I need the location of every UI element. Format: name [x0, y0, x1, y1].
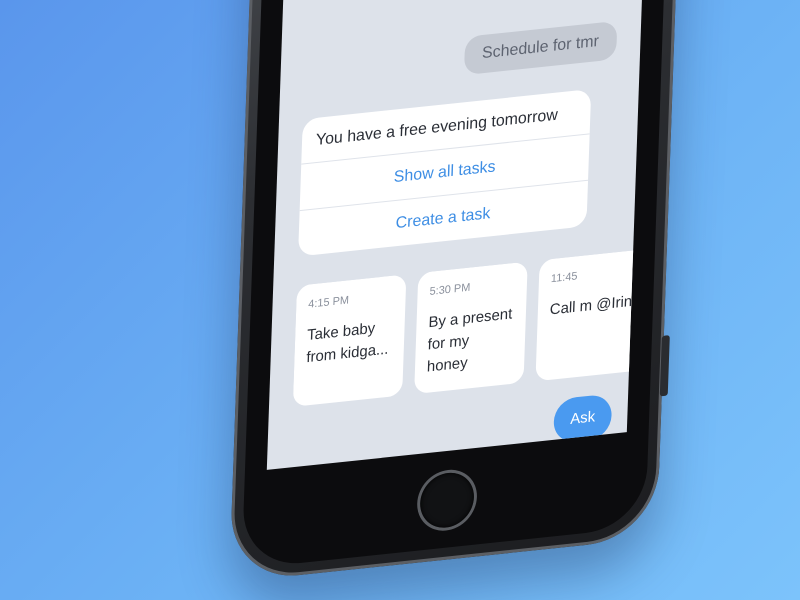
task-time: 4:15 PM	[308, 294, 350, 311]
phone-device: Schedule for tmr You have a free evening…	[229, 0, 683, 583]
ask-button[interactable]: Ask	[553, 393, 613, 444]
phone-bezel: Schedule for tmr You have a free evening…	[241, 0, 670, 570]
home-button-icon[interactable]	[419, 470, 475, 531]
assistant-reply-card: You have a free evening tomorrow Show al…	[298, 88, 592, 257]
task-carousel[interactable]: 4:15 PM Take baby from kidga... 5:30 PM …	[292, 250, 636, 417]
task-card[interactable]: 4:15 PM Take baby from kidga...	[292, 274, 407, 407]
task-card[interactable]: 5:30 PM By a present for my honey	[414, 261, 528, 395]
task-time: 11:45	[550, 270, 578, 286]
sent-message-bubble: Schedule for tmr	[463, 20, 618, 76]
side-button	[659, 335, 670, 397]
task-title: By a present for my honey	[426, 305, 513, 376]
task-time: 5:30 PM	[429, 281, 471, 298]
task-title: Take baby from kidga...	[306, 319, 389, 367]
task-title: Call m @Irin	[549, 292, 633, 319]
phone-screen: Schedule for tmr You have a free evening…	[266, 0, 647, 470]
scene: Schedule for tmr You have a free evening…	[0, 0, 800, 600]
task-card[interactable]: 11:45 Call m @Irin	[535, 250, 636, 382]
